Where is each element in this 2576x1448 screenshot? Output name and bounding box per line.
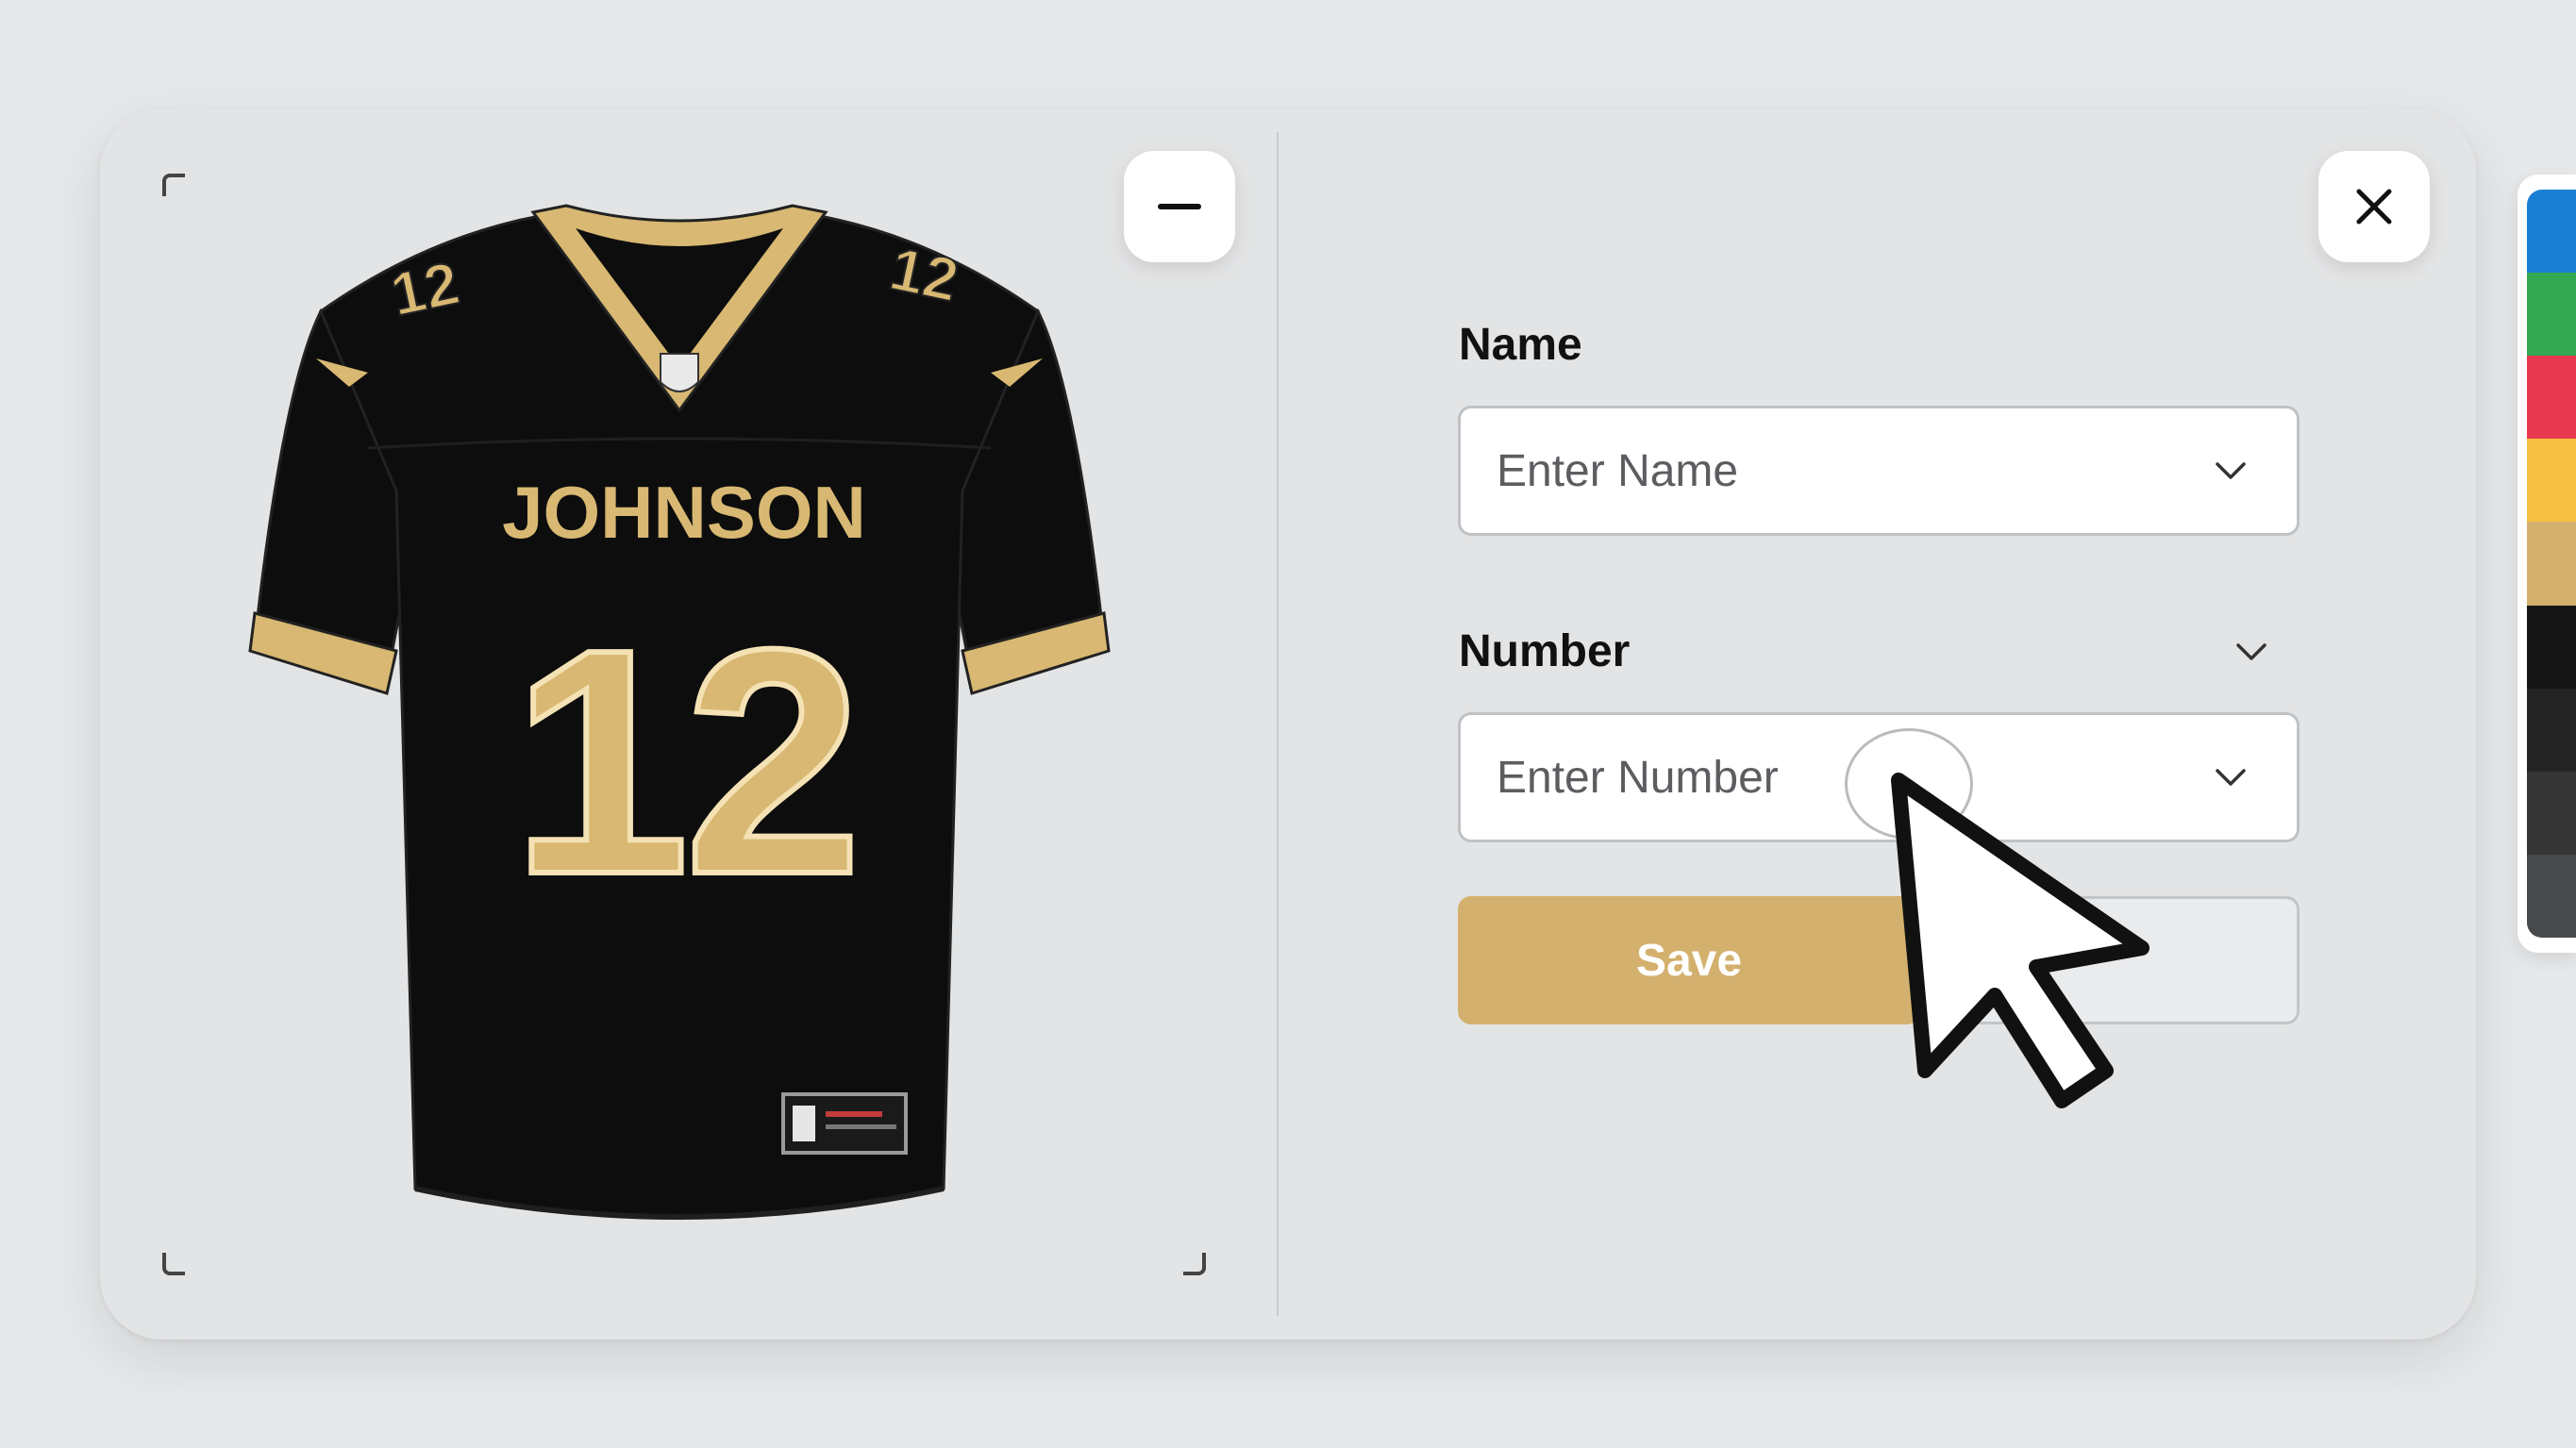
color-swatch[interactable]	[2527, 771, 2576, 855]
jersey-preview: 12 12 JOHNSON 12	[245, 198, 1113, 1255]
frame-corner-top-left	[162, 174, 185, 196]
league-shield-icon	[660, 353, 699, 392]
color-swatch[interactable]	[2527, 854, 2576, 938]
color-swatch[interactable]	[2527, 688, 2576, 772]
minimize-button[interactable]	[1124, 151, 1235, 262]
color-palette	[2517, 175, 2576, 953]
color-swatch[interactable]	[2527, 605, 2576, 689]
color-swatch[interactable]	[2527, 439, 2576, 523]
chevron-down-icon	[2216, 462, 2246, 479]
jersey-player-number: 12	[511, 583, 857, 941]
jersey-right-shoulder-number: 12	[884, 234, 964, 314]
mouse-pointer-icon	[1891, 773, 2149, 1108]
frame-corner-bottom-right	[1183, 1253, 1206, 1275]
name-placeholder: Enter Name	[1497, 445, 1739, 496]
close-button[interactable]	[2318, 151, 2430, 262]
number-placeholder: Enter Number	[1497, 752, 1779, 803]
number-label: Number	[1459, 626, 1631, 676]
panel-divider	[1277, 132, 1279, 1316]
frame-corner-bottom-left	[162, 1253, 185, 1275]
color-swatch[interactable]	[2527, 356, 2576, 440]
jersey-left-shoulder-number: 12	[385, 248, 465, 328]
color-swatch[interactable]	[2527, 273, 2576, 357]
name-select[interactable]: Enter Name	[1458, 406, 2300, 536]
name-label: Name	[1459, 320, 1582, 370]
save-button[interactable]: Save	[1458, 896, 1920, 1024]
chevron-down-icon	[2216, 769, 2246, 786]
color-swatch[interactable]	[2527, 190, 2576, 274]
jersey-player-name: JOHNSON	[502, 471, 866, 554]
swatch-list	[2527, 190, 2576, 938]
close-icon	[2356, 189, 2392, 225]
number-section-chevron-icon[interactable]	[2234, 641, 2268, 662]
minus-icon	[1158, 204, 1201, 209]
color-swatch[interactable]	[2527, 522, 2576, 606]
